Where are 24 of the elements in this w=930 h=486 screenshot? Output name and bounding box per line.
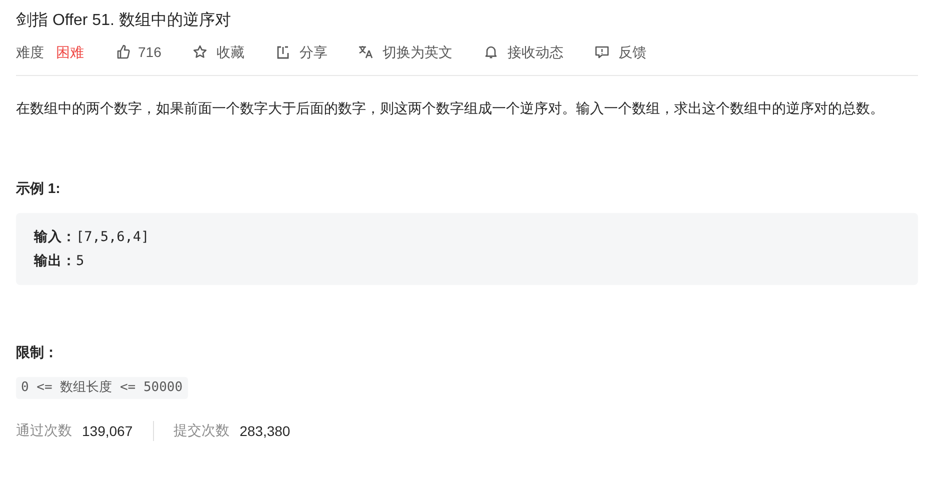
- constraint-code: 0 <= 数组长度 <= 50000: [16, 377, 188, 399]
- share-icon: [275, 44, 292, 60]
- example-line: 输出：5: [34, 252, 86, 271]
- action-button[interactable]: 切换为英文: [358, 42, 452, 62]
- like-button[interactable]: 716: [114, 42, 162, 62]
- difficulty-tag: 困难: [56, 42, 84, 62]
- translate-icon: [358, 44, 374, 60]
- difficulty-label: 难度: [16, 43, 44, 62]
- stat-value: 139,067: [82, 423, 133, 439]
- problem-title: 剑指 Offer 51. 数组中的逆序对: [16, 10, 232, 31]
- limits-heading: 限制：: [16, 343, 59, 362]
- bell-icon: [483, 44, 500, 60]
- action-button[interactable]: 反馈: [594, 42, 646, 62]
- stat-value: 283,380: [240, 423, 290, 439]
- star-icon: [192, 44, 208, 60]
- example-heading: 示例 1:: [16, 179, 62, 198]
- action-button[interactable]: 接收动态: [483, 42, 564, 62]
- feedback-icon: [594, 44, 610, 60]
- stat-label: 通过次数: [16, 422, 72, 440]
- stat-label: 提交次数: [174, 422, 230, 440]
- action-button[interactable]: 分享: [275, 42, 328, 62]
- problem-description: 在数组中的两个数字，如果前面一个数字大于后面的数字，则这两个数字组成一个逆序对。输入一个数组，求出这个数组中的逆序对的总数。: [16, 99, 885, 118]
- action-button[interactable]: 收藏: [192, 42, 244, 62]
- example-line: 输入：[7,5,6,4]: [34, 228, 150, 247]
